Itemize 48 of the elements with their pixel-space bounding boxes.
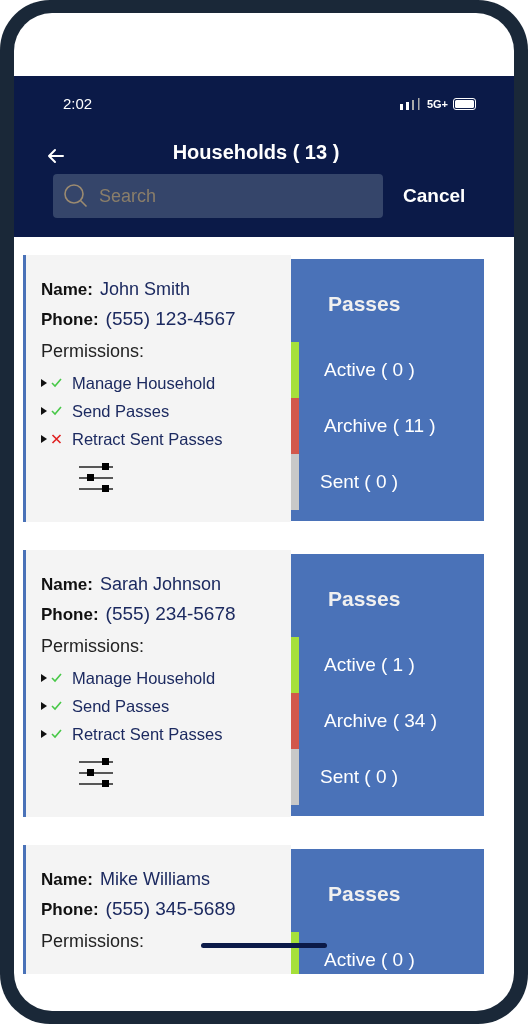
triangle-icon: [41, 407, 47, 415]
triangle-icon: [41, 379, 47, 387]
search-icon: [63, 183, 89, 209]
cancel-button[interactable]: Cancel: [403, 185, 466, 207]
permission-label: Send Passes: [72, 696, 170, 716]
phone-number: (555) 123-4567: [105, 308, 236, 330]
pass-count-link[interactable]: Active ( 0 ): [324, 359, 415, 381]
field-label: Name:: [41, 870, 93, 890]
triangle-icon: [41, 702, 47, 710]
pass-count-link[interactable]: Sent ( 0 ): [320, 766, 399, 788]
permissions-label: Permissions:: [41, 931, 145, 952]
household-name: John Smith: [99, 279, 190, 300]
field-label: Phone:: [41, 605, 99, 625]
status-time: 2:02: [63, 95, 93, 112]
screen-title: Households ( 13 ): [172, 140, 340, 164]
permission-label: Retract Sent Passes: [72, 429, 223, 449]
battery-icon: [453, 97, 477, 110]
permission-label: Retract Sent Passes: [72, 724, 223, 744]
phone-number: (555) 345-5689: [105, 898, 236, 920]
field-label: Phone:: [41, 900, 99, 920]
passes-title: Passes: [327, 291, 402, 309]
pass-count-link[interactable]: Active ( 1 ): [324, 654, 415, 676]
field-label: Name:: [41, 575, 93, 595]
triangle-icon: [41, 435, 47, 443]
passes-title: Passes: [327, 586, 402, 604]
household-name: Mike Williams: [99, 869, 210, 890]
sliders-icon[interactable]: [77, 463, 115, 493]
phone-number: (555) 234-5678: [105, 603, 236, 625]
field-label: Phone:: [41, 310, 99, 330]
permissions-label: Permissions:: [41, 636, 145, 657]
household-name: Sarah Johnson: [99, 574, 222, 595]
sliders-icon[interactable]: [77, 758, 115, 788]
search-field[interactable]: Search: [53, 174, 383, 218]
field-label: Name:: [41, 280, 93, 300]
pass-count-link[interactable]: Archive ( 11 ): [324, 415, 436, 437]
pass-count-link[interactable]: Sent ( 0 ): [320, 471, 399, 493]
triangle-icon: [41, 674, 47, 682]
permissions-label: Permissions:: [41, 341, 145, 362]
back-arrow-icon[interactable]: [47, 148, 65, 164]
network-label: 5G+: [426, 97, 448, 110]
permission-label: Manage Household: [72, 668, 216, 688]
permission-label: Manage Household: [72, 373, 216, 393]
triangle-icon: [41, 730, 47, 738]
signal-icon: [399, 97, 422, 110]
pass-count-link[interactable]: Archive ( 34 ): [324, 710, 437, 732]
passes-title: Passes: [327, 881, 402, 899]
pass-count-link[interactable]: Active ( 0 ): [324, 949, 415, 971]
permission-label: Send Passes: [72, 401, 170, 421]
